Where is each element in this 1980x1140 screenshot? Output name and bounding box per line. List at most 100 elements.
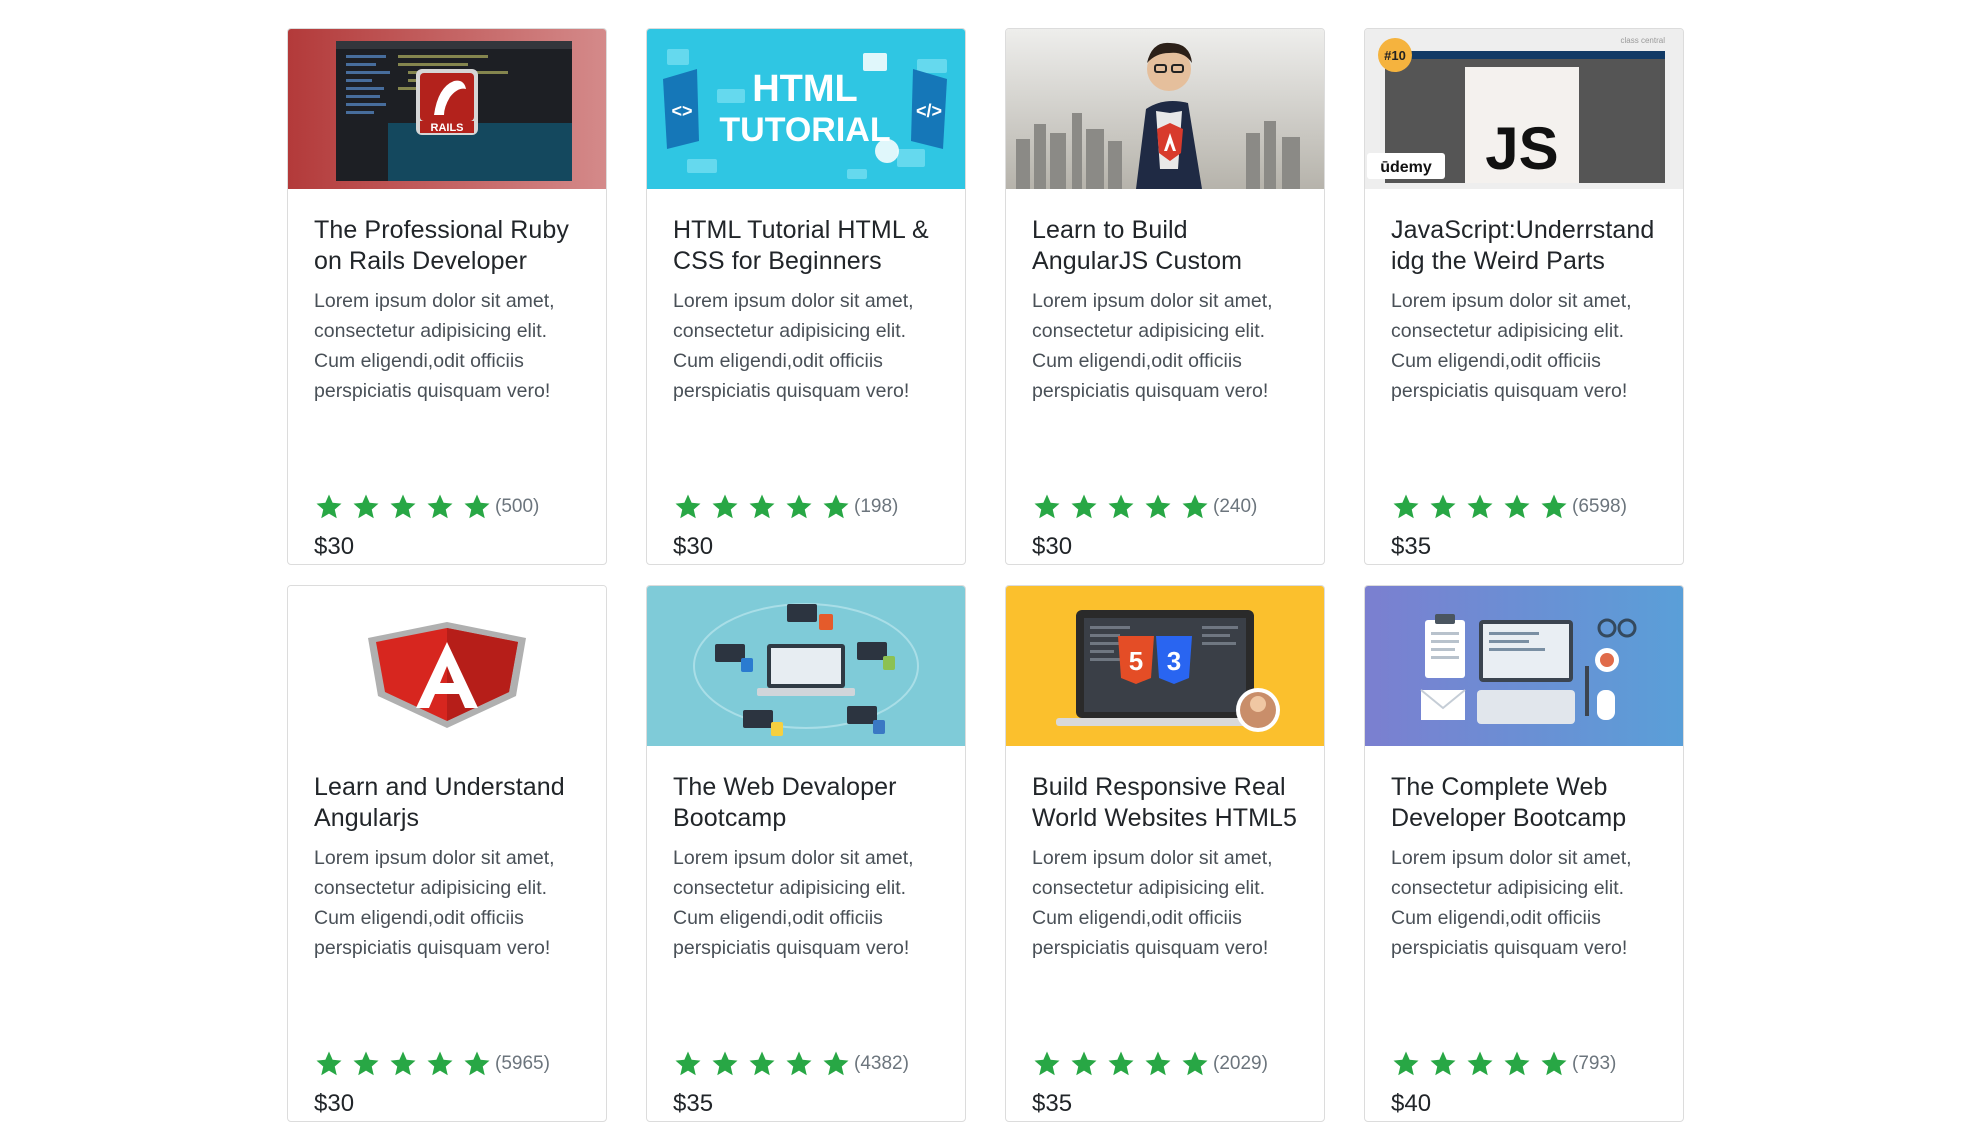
rating: (5965)	[314, 1047, 550, 1081]
course-card[interactable]: class central JS #10 ūdemy JavaScript:Un…	[1364, 28, 1684, 565]
course-card[interactable]: 5 3 Build Responsive Real World Websites…	[1005, 585, 1325, 1122]
rating-count: (2029)	[1213, 1053, 1268, 1074]
star-icon	[673, 1049, 703, 1079]
course-thumbnail[interactable]	[1006, 29, 1324, 189]
star-icon	[1143, 492, 1173, 522]
course-price: $35	[1391, 533, 1432, 560]
star-icon	[1106, 492, 1136, 522]
course-price: $30	[314, 1090, 355, 1117]
js-thumbnail-art: class central JS #10 ūdemy	[1365, 29, 1683, 189]
webdev-thumbnail-art	[647, 586, 965, 746]
course-description: Lorem ipsum dolor sit amet, consectetur …	[314, 290, 555, 402]
star-icon	[388, 1049, 418, 1079]
star-icon	[1143, 1049, 1173, 1079]
course-title[interactable]: HTML Tutorial HTML & CSS for Beginners	[673, 215, 945, 277]
course-description: Lorem ipsum dolor sit amet, consectetur …	[1032, 290, 1273, 402]
course-price: $30	[314, 533, 355, 560]
course-title[interactable]: The Complete Web Developer Bootcamp	[1391, 772, 1663, 834]
rating-count: (5965)	[495, 1053, 550, 1074]
course-thumbnail[interactable]: RAILS	[288, 29, 606, 189]
course-thumbnail[interactable]	[288, 586, 606, 746]
rating-count: (4382)	[854, 1053, 909, 1074]
angular-logo-thumbnail-art	[288, 586, 606, 746]
star-icon	[1391, 1049, 1421, 1079]
star-icon	[1106, 1049, 1136, 1079]
svg-text:5: 5	[1129, 646, 1143, 676]
course-card[interactable]: <> </> HTML TUTORIAL HTML Tutorial HTML …	[646, 28, 966, 565]
star-icon	[1539, 492, 1569, 522]
course-description: Lorem ipsum dolor sit amet, consectetur …	[673, 847, 914, 959]
html-thumbnail-art: <> </> HTML TUTORIAL	[647, 29, 965, 189]
course-title[interactable]: Build Responsive Real World Websites HTM…	[1032, 772, 1304, 834]
course-title[interactable]: The Professional Ruby on Rails Developer	[314, 215, 586, 277]
course-title[interactable]: The Web Devaloper Bootcamp	[673, 772, 945, 834]
course-thumbnail[interactable]	[647, 586, 965, 746]
course-description: Lorem ipsum dolor sit amet, consectetur …	[1391, 847, 1632, 959]
course-thumbnail[interactable]: class central JS #10 ūdemy	[1365, 29, 1683, 189]
course-card[interactable]: Learn and Understand Angularjs Lorem ips…	[287, 585, 607, 1122]
svg-text:JS: JS	[1485, 115, 1558, 182]
rating: (240)	[1032, 490, 1257, 524]
course-description: Lorem ipsum dolor sit amet, consectetur …	[673, 290, 914, 402]
svg-text:class central: class central	[1621, 36, 1666, 45]
star-icon	[821, 492, 851, 522]
svg-text:#10: #10	[1384, 48, 1406, 63]
star-icon	[388, 492, 418, 522]
course-description: Lorem ipsum dolor sit amet, consectetur …	[1391, 290, 1632, 402]
star-icon	[1069, 492, 1099, 522]
star-icon	[1032, 492, 1062, 522]
angular-man-thumbnail-art	[1006, 29, 1324, 189]
svg-text:</>: </>	[916, 101, 942, 121]
star-icon	[1428, 492, 1458, 522]
rating: (198)	[673, 490, 898, 524]
star-icon	[710, 1049, 740, 1079]
star-icon	[351, 492, 381, 522]
star-icon	[747, 1049, 777, 1079]
star-icon	[710, 492, 740, 522]
course-title[interactable]: Learn and Understand Angularjs	[314, 772, 586, 834]
rating: (6598)	[1391, 490, 1627, 524]
star-icon	[1391, 492, 1421, 522]
course-title[interactable]: JavaScript:Underrstand idg the Weird Par…	[1391, 215, 1663, 277]
html5-laptop-thumbnail-art: 5 3	[1006, 586, 1324, 746]
svg-text:HTML: HTML	[752, 68, 858, 110]
course-card[interactable]: The Web Devaloper Bootcamp Lorem ipsum d…	[646, 585, 966, 1122]
rating: (4382)	[673, 1047, 909, 1081]
svg-text:TUTORIAL: TUTORIAL	[719, 111, 890, 149]
star-icon	[1465, 492, 1495, 522]
rating: (2029)	[1032, 1047, 1268, 1081]
course-card[interactable]: The Complete Web Developer Bootcamp Lore…	[1364, 585, 1684, 1122]
star-icon	[314, 492, 344, 522]
course-price: $35	[1032, 1090, 1073, 1117]
star-icon	[425, 1049, 455, 1079]
course-description: Lorem ipsum dolor sit amet, consectetur …	[314, 847, 555, 959]
star-icon	[314, 1049, 344, 1079]
course-card[interactable]: RAILS The Professional Ruby on Rails Dev…	[287, 28, 607, 565]
star-icon	[1069, 1049, 1099, 1079]
star-icon	[1180, 492, 1210, 522]
star-icon	[462, 492, 492, 522]
rating-count: (500)	[495, 496, 540, 517]
star-icon	[747, 492, 777, 522]
course-thumbnail[interactable]	[1365, 586, 1683, 746]
star-icon	[1502, 1049, 1532, 1079]
star-icon	[1465, 1049, 1495, 1079]
star-icon	[1180, 1049, 1210, 1079]
course-grid: RAILS The Professional Ruby on Rails Dev…	[287, 28, 1684, 1122]
star-icon	[1428, 1049, 1458, 1079]
svg-text:<>: <>	[671, 101, 692, 121]
star-icon	[1502, 492, 1532, 522]
rating: (500)	[314, 490, 539, 524]
star-icon	[425, 492, 455, 522]
course-thumbnail[interactable]: 5 3	[1006, 586, 1324, 746]
course-price: $35	[673, 1090, 714, 1117]
workspace-thumbnail-art	[1365, 586, 1683, 746]
star-icon	[673, 492, 703, 522]
svg-text:ūdemy: ūdemy	[1380, 159, 1432, 176]
course-title[interactable]: Learn to Build AngularJS Custom	[1032, 215, 1304, 277]
star-icon	[462, 1049, 492, 1079]
rating: (793)	[1391, 1047, 1616, 1081]
course-thumbnail[interactable]: <> </> HTML TUTORIAL	[647, 29, 965, 189]
course-card[interactable]: Learn to Build AngularJS Custom Lorem ip…	[1005, 28, 1325, 565]
course-description: Lorem ipsum dolor sit amet, consectetur …	[1032, 847, 1273, 959]
